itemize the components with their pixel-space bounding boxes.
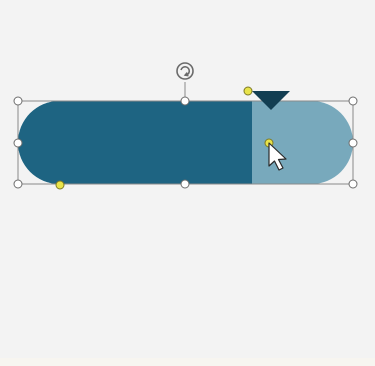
resize-handle-top[interactable]: [180, 96, 190, 106]
resize-handle-top-left[interactable]: [13, 96, 23, 106]
progress-shape[interactable]: [18, 101, 353, 184]
adjust-handle-corner[interactable]: [55, 180, 65, 190]
resize-handle-bottom[interactable]: [180, 179, 190, 189]
resize-handle-left[interactable]: [13, 138, 23, 148]
adjust-handle-marker[interactable]: [243, 86, 253, 96]
resize-handle-bottom-left[interactable]: [13, 179, 23, 189]
rotate-icon[interactable]: [176, 62, 194, 80]
shape-editor: [13, 62, 358, 190]
slide-canvas: [0, 0, 375, 366]
resize-handle-bottom-right[interactable]: [348, 179, 358, 189]
resize-handle-top-right[interactable]: [348, 96, 358, 106]
resize-handle-right[interactable]: [348, 138, 358, 148]
